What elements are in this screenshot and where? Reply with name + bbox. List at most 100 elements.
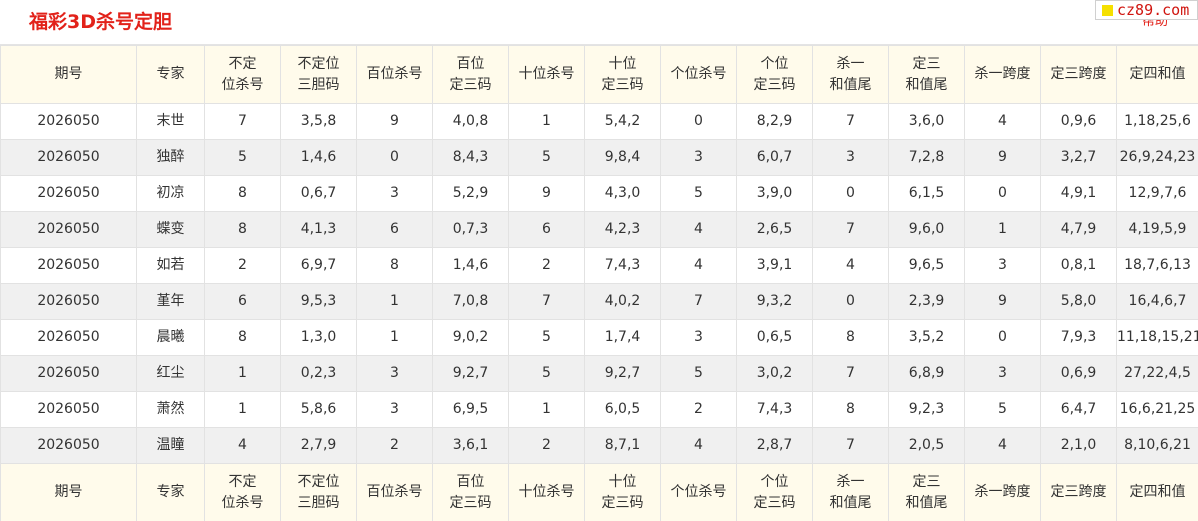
footer-header-cell-8: 个位杀号 (660, 463, 737, 521)
table-cell: 2,1,0 (1040, 427, 1117, 464)
table-row: 2026050 末世 7 3,5,8 9 4,0,8 1 5,4,2 0 8,2,9 7 3,6,0 4… (0, 103, 1198, 140)
header-label: 个位杀号 (670, 66, 727, 82)
table-cell: 9 (356, 103, 433, 140)
table-cell: 0,8,1 (1040, 247, 1117, 284)
table-row: 2026050 萧然 1 5,8,6 3 6,9,5 1 6,0,5 2 7,4,3 8 9,2,3 5… (0, 391, 1198, 428)
table-body: 2026050 末世 7 3,5,8 9 4,0,8 1 5,4,2 0 8,2,9 7 3,6,0 4… (0, 103, 1198, 464)
table-cell: 6,9,7 (280, 247, 357, 284)
table-cell: 7 (204, 103, 281, 140)
page: 福彩3D杀号定胆 帮助 cz89.com 期号 专家 不定 位杀号 不定位 三胆码 百位杀号… (0, 0, 1198, 521)
footer-header-label: 三胆码 (297, 494, 340, 511)
issue-number-cell: 2026050 (0, 319, 137, 356)
table-cell: 4 (812, 247, 889, 284)
expert-name-cell: 堇年 (136, 283, 205, 320)
table-cell: 5,2,9 (432, 175, 509, 212)
header-cell-3: 不定位 三胆码 (280, 45, 357, 104)
table-cell: 1,4,6 (280, 139, 357, 176)
table-cell: 4 (660, 211, 737, 248)
header-cell-1: 专家 (136, 45, 205, 104)
table-cell: 6,0,5 (584, 391, 661, 428)
table-cell: 9,2,7 (432, 355, 509, 392)
table-cell: 9 (964, 139, 1041, 176)
table-cell: 1 (356, 319, 433, 356)
header-label: 十位杀号 (518, 66, 575, 82)
table-cell: 3 (964, 247, 1041, 284)
table-cell: 6 (508, 211, 585, 248)
footer-header-cell-1: 专家 (136, 463, 205, 521)
table-cell: 18,7,6,13 (1116, 247, 1198, 284)
table-cell: 4,3,0 (584, 175, 661, 212)
table-cell: 7,4,3 (736, 391, 813, 428)
table-cell: 3,6,1 (432, 427, 509, 464)
header-label: 位杀号 (221, 76, 264, 93)
footer-header-label: 位杀号 (221, 494, 264, 511)
table-cell: 0,6,7 (280, 175, 357, 212)
header-label: 定三 (912, 55, 941, 72)
footer-header-cell-6: 十位杀号 (508, 463, 585, 521)
footer-header-cell-11: 定三 和值尾 (888, 463, 965, 521)
footer-header-label: 个位杀号 (670, 484, 727, 500)
table-cell: 7 (660, 283, 737, 320)
footer-header-label: 十位 (608, 473, 637, 490)
table-cell: 0 (660, 103, 737, 140)
table-cell: 0 (356, 139, 433, 176)
table-cell: 26,9,24,23 (1116, 139, 1198, 176)
table-row: 2026050 堇年 6 9,5,3 1 7,0,8 7 4,0,2 7 9,3,2 0 2,3,9 9… (0, 283, 1198, 320)
footer-header-label: 和值尾 (905, 494, 948, 511)
footer-header-cell-14: 定四和值 (1116, 463, 1198, 521)
table-cell: 16,6,21,25 (1116, 391, 1198, 428)
table-cell: 9 (964, 283, 1041, 320)
header-cell-14: 定四和值 (1116, 45, 1198, 104)
table-cell: 7 (812, 211, 889, 248)
table-cell: 3,9,1 (736, 247, 813, 284)
table-row: 2026050 初凉 8 0,6,7 3 5,2,9 9 4,3,0 5 3,9,0 0 6,1,5 0… (0, 175, 1198, 212)
issue-number-cell: 2026050 (0, 175, 137, 212)
footer-header-cell-3: 不定位 三胆码 (280, 463, 357, 521)
header-label: 不定 (228, 55, 257, 72)
table-cell: 0,2,3 (280, 355, 357, 392)
table-cell: 11,18,15,21 (1116, 319, 1198, 356)
expert-name-cell: 晨曦 (136, 319, 205, 356)
table-cell: 4 (204, 427, 281, 464)
header-label: 定三码 (449, 76, 492, 93)
footer-header-label: 百位 (456, 473, 485, 490)
footer-header-label: 十位杀号 (518, 484, 575, 500)
header-label: 定三码 (601, 76, 644, 93)
footer-header-label: 定三跨度 (1050, 484, 1107, 500)
header-label: 杀一 (836, 55, 865, 72)
table-cell: 0,9,6 (1040, 103, 1117, 140)
header-label: 三胆码 (297, 76, 340, 93)
table-cell: 7,9,3 (1040, 319, 1117, 356)
table-cell: 3 (356, 175, 433, 212)
table-cell: 6,0,7 (736, 139, 813, 176)
header-cell-7: 十位 定三码 (584, 45, 661, 104)
header-label: 不定位 (297, 55, 340, 72)
footer-header-cell-10: 杀一 和值尾 (812, 463, 889, 521)
table-cell: 2 (508, 247, 585, 284)
table-cell: 6,9,5 (432, 391, 509, 428)
table-cell: 1 (356, 283, 433, 320)
issue-number-cell: 2026050 (0, 211, 137, 248)
footer-header-label: 个位 (760, 473, 789, 490)
table-cell: 1,18,25,6 (1116, 103, 1198, 140)
header-label: 和值尾 (905, 76, 948, 93)
table-cell: 7,0,8 (432, 283, 509, 320)
table-cell: 2,0,5 (888, 427, 965, 464)
expert-name-cell: 萧然 (136, 391, 205, 428)
table-cell: 0 (964, 175, 1041, 212)
footer-header-cell-2: 不定 位杀号 (204, 463, 281, 521)
watermark-text: cz89.com (1117, 1, 1190, 19)
footer-header-cell-4: 百位杀号 (356, 463, 433, 521)
table-cell: 4,2,3 (584, 211, 661, 248)
table-cell: 7,4,3 (584, 247, 661, 284)
issue-number-cell: 2026050 (0, 355, 137, 392)
table-row: 2026050 红尘 1 0,2,3 3 9,2,7 5 9,2,7 5 3,0,2 7 6,8,9 3… (0, 355, 1198, 392)
header-label: 定四和值 (1129, 66, 1186, 82)
table-cell: 4,19,5,9 (1116, 211, 1198, 248)
table-cell: 1,7,4 (584, 319, 661, 356)
table-cell: 8 (812, 391, 889, 428)
issue-number-cell: 2026050 (0, 283, 137, 320)
table-cell: 5,8,0 (1040, 283, 1117, 320)
table-cell: 7 (812, 427, 889, 464)
header-label: 定三码 (753, 76, 796, 93)
